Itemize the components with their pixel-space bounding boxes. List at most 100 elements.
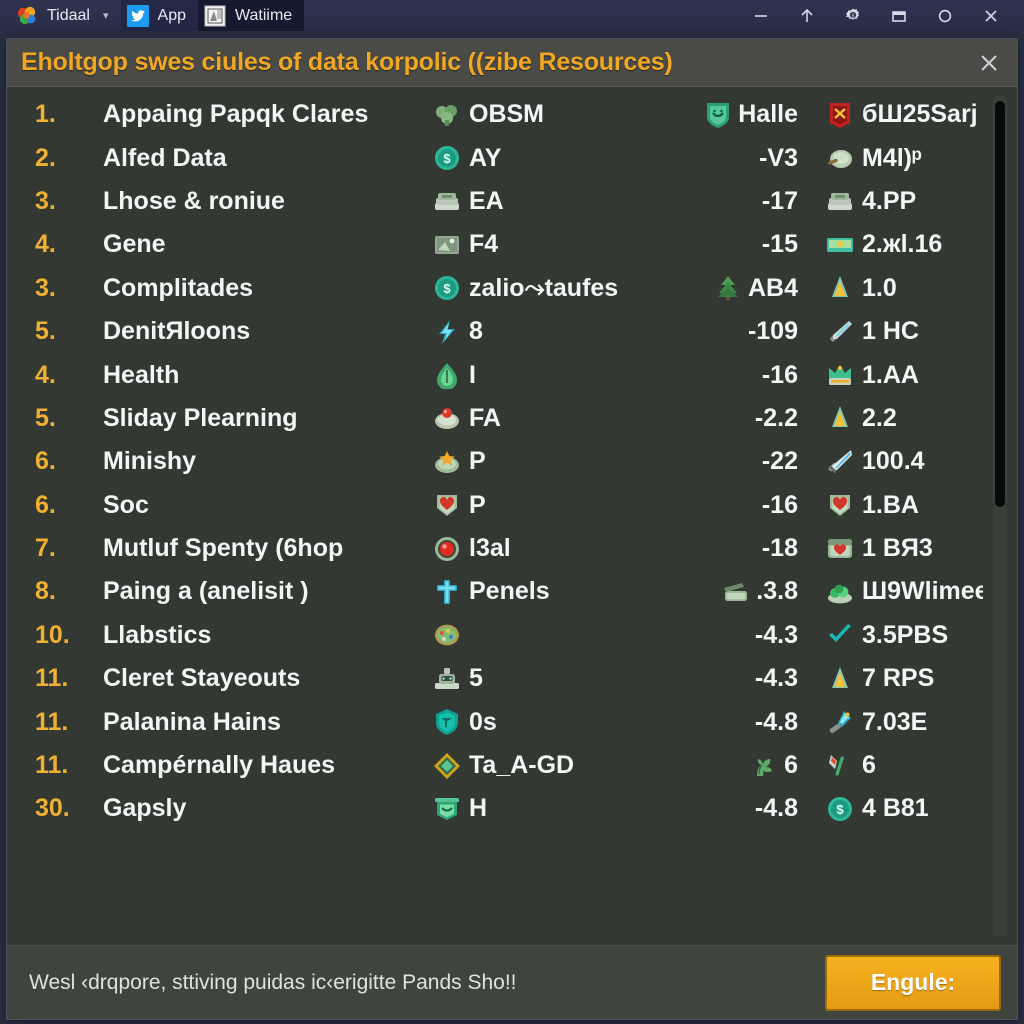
row-amount-value: -4.8 [754,794,798,823]
row-amount: -15 [678,230,798,259]
table-row[interactable]: 30. Gapsly H -4.8 $4 B81 [7,787,983,830]
row-resource-a: $ zalio⤳taufes [433,274,678,303]
taskbar-label-app: App [157,6,186,24]
taskbar-item-tidal[interactable]: Tidaal ▾ [10,0,121,31]
engule-button[interactable]: Engule: [825,954,1001,1011]
dagger-icon [826,318,854,346]
row-name: Gapsly [103,794,187,823]
row-resource-a [433,621,678,649]
row-resource-a-value: H [469,794,488,823]
table-row[interactable]: 11. Campérnally Haues Ta_A-GD 6 6 [7,744,983,787]
row-name: DenitЯloons [103,317,251,346]
row-rank: 11. [35,707,69,736]
svg-text:8: 8 [852,13,855,19]
row-resource-a: OBSM [433,100,678,129]
crate-icon [433,231,461,259]
row-resource-b: бШ25Sarј [798,100,983,129]
table-row[interactable]: 10. Llabstics -4.3 3.5PBS [7,614,983,657]
table-row[interactable]: 5. DenitЯloons 8 -109 1 HC [7,310,983,353]
heart-shield-icon [433,491,461,519]
row-resource-a-value: 5 [469,664,483,693]
table-row[interactable]: 3. Complitades $ zalio⤳taufes AB4 1.0 [7,267,983,310]
circle-button[interactable] [922,0,968,31]
row-resource-a: 5 [433,664,678,693]
row-resource-b-value: 1.0 [862,273,897,302]
table-row[interactable]: 4. Health I -16 1.AA [7,353,983,396]
resources-dialog: Eholtgop swes ciules of data korpolic ((… [6,38,1018,1020]
row-name: Appaing Papqk Clares [103,100,369,129]
restore-window-button[interactable] [876,0,922,31]
row-rank: 5. [35,317,56,346]
row-amount-value: -17 [761,186,798,215]
twitter-icon [126,4,149,27]
row-rank: 30. [35,794,70,823]
table-row[interactable]: 6. Soc P -16 1.BA [7,484,983,527]
row-resource-b: 1.AA [798,361,983,390]
crown-icon [826,361,854,389]
green-satchel-icon [722,578,750,606]
row-name: Campérnally Haues [103,751,336,780]
row-amount-value: -18 [761,534,798,563]
row-amount: -V3 [678,144,798,173]
row-resource-b-value: бШ25Sarј [862,100,978,129]
table-row[interactable]: 11. Palanina Hains 0s -4.8 7.03E [7,700,983,743]
table-row[interactable]: 2. Alfed Data $ AY -V3 M4l)ᵖ [7,136,983,179]
window-controls: 8 [738,0,1024,31]
taskbar-item-watiime[interactable]: Watiime [197,0,305,31]
dialog-close-button[interactable] [967,43,1011,83]
row-resource-b: M4l)ᵖ [798,144,983,173]
svg-text:$: $ [443,281,451,296]
taskbar-label-watiime: Watiime [234,6,293,24]
row-resource-b: 6 [798,751,983,780]
row-amount: -109 [678,317,798,346]
row-rank: 6. [35,490,56,519]
upload-button[interactable] [784,0,830,31]
table-row[interactable]: 8. Paing a (anelisit ) Penels .3.8 Ш9Wlimeet [7,570,983,613]
green-banner-icon [433,795,461,823]
close-button[interactable] [968,0,1014,31]
row-amount-value: -4.3 [754,664,798,693]
scrollbar-thumb[interactable] [995,101,1005,507]
table-row[interactable]: 5. Sliday Plearning FA -2.2 2.2 [7,397,983,440]
taskbar-item-app[interactable]: App [120,0,198,31]
table-row[interactable]: 1. Appaing Papqk Clares OBSM Halle бШ25Sarј [7,93,983,136]
table-row[interactable]: 11. Cleret Stayeouts 5 -4.3 7 RPS [7,657,983,700]
leaf-drop-icon [433,361,461,390]
dialog-body: 1. Appaing Papqk Clares OBSM Halle бШ25Sarј 2… [7,87,1017,945]
lightning-icon [433,318,461,346]
check-icon [826,621,854,649]
gold-bag-icon [826,665,854,693]
minimize-button[interactable] [738,0,784,31]
row-amount-value: .3.8 [756,577,798,606]
row-name: Minishy [103,447,197,476]
row-resource-a-value: 8 [469,317,483,346]
row-amount-value: Halle [738,100,798,129]
heart-chest-icon [826,535,854,563]
table-row[interactable]: 3. Lhose & roniue EA -17 4.PP [7,180,983,223]
row-resource-a-value: Ta_A-GD [469,751,575,780]
row-resource-b: 7.03E [798,708,983,737]
row-resource-b: 100.4 [798,447,983,476]
row-rank: 4. [35,230,56,259]
taskbar-label-tidal: Tidaal [47,6,90,24]
chevron-down-icon[interactable]: ▾ [103,9,109,22]
row-name: Gene [103,230,166,259]
row-resource-b: 4.PP [798,187,983,216]
row-rank: 3. [35,273,56,302]
settings-badge-button[interactable]: 8 [830,0,876,31]
row-rank: 11. [35,664,69,693]
table-row[interactable]: 6. Minishy P -22 100.4 [7,440,983,483]
row-rank: 10. [35,620,70,649]
row-amount: -4.3 [678,621,798,650]
row-amount-value: AB4 [747,273,798,302]
row-resource-a-value: OBSM [469,100,544,129]
dialog-header: Eholtgop swes ciules of data korpolic ((… [7,39,1017,87]
table-row[interactable]: 7. Mutluf Spenty (6hop l3al -18 1 BЯ3 [7,527,983,570]
row-resource-b-value: 7 RPS [862,664,935,693]
row-resource-b: 1 BЯ3 [798,534,983,563]
row-amount-value: -16 [761,490,798,519]
table-row[interactable]: 4. Gene F4 -15 2.жl.16 [7,223,983,266]
os-taskbar: Tidaal ▾ App Watiime 8 [0,0,1024,31]
red-banner-icon [826,101,854,129]
vertical-scrollbar[interactable] [993,95,1007,937]
